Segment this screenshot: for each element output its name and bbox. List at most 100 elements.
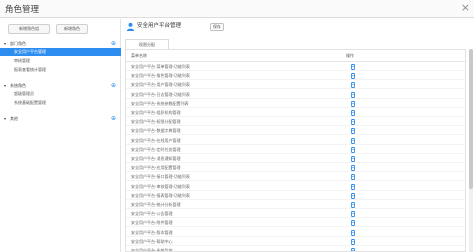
tree-group-system[interactable]: ▾ 系统角色 ⊕	[0, 81, 121, 90]
menu-name-cell: 安全用户平台-应用配置管理	[131, 165, 181, 171]
edit-icon[interactable]	[351, 202, 355, 208]
table-row: 安全用户平台-报表管理-功能列表	[126, 192, 465, 200]
table-row: 安全用户平台-权限分配管理	[126, 118, 465, 127]
edit-icon[interactable]	[351, 82, 355, 89]
menu-name-cell: 安全用户平台-公告管理	[131, 211, 173, 217]
table-header: 菜单名称 操作	[126, 50, 465, 62]
panel-header: 安全用户平台管理 保存	[121, 19, 474, 41]
menu-name-cell: 安全用户平台-日志管理-功能列表	[131, 91, 190, 97]
table-row: 安全用户平台-版本管理	[126, 229, 465, 237]
edit-icon[interactable]	[351, 165, 355, 172]
menu-name-cell: 安全用户平台-附件管理	[131, 220, 173, 226]
tree-item-label: 报表查看统计管理	[14, 67, 46, 72]
permission-panel: 安全用户平台管理 保存 权限分配 菜单名称 操作 安全用户平台-菜单管理-功能列…	[121, 19, 474, 252]
permission-table: 菜单名称 操作 安全用户平台-菜单管理-功能列表 安全用户平台-角色管理-功能列表…	[125, 49, 466, 252]
menu-name-cell: 安全用户平台-消息通知管理	[131, 156, 181, 161]
tab-permission[interactable]: 权限分配	[125, 39, 169, 49]
edit-icon[interactable]	[351, 174, 355, 181]
tree-group-department[interactable]: ▾ 部门角色 ⊕	[0, 39, 121, 48]
scrollbar-thumb[interactable]	[469, 49, 473, 189]
table-row: 安全用户平台-角色管理-功能列表	[126, 72, 465, 81]
table-row: 安全用户平台-数据字典管理	[126, 127, 465, 136]
caret-down-icon: ▾	[4, 41, 7, 46]
edit-icon[interactable]	[351, 64, 355, 70]
table-row: 安全用户平台-系统参数配置列表	[126, 100, 465, 108]
save-button[interactable]: 保存	[210, 23, 224, 31]
menu-name-cell: 安全用户平台-菜单管理-功能列表	[131, 64, 190, 69]
menu-name-cell: 安全用户平台-系统参数配置列表	[131, 100, 189, 106]
menu-name-cell: 安全用户平台-数据字典管理	[131, 128, 181, 134]
table-row: 安全用户平台-审核管理-功能列表	[126, 183, 465, 191]
add-role-button[interactable]: 新增角色	[56, 24, 88, 34]
add-role-group-button[interactable]: 新增角色组	[8, 24, 50, 34]
tree-item-label: 系统基础配置管理	[14, 100, 46, 105]
panel-title: 安全用户平台管理	[137, 23, 182, 29]
pin-icon[interactable]: ⊕	[111, 81, 116, 90]
menu-name-cell: 安全用户平台-统计分析管理	[131, 202, 181, 207]
edit-icon[interactable]	[351, 119, 355, 126]
table-row: 安全用户平台-公告管理	[126, 210, 465, 219]
menu-name-cell: 安全用户平台-帮助中心	[131, 238, 173, 244]
table-row: 安全用户平台-用户管理-功能列表	[126, 81, 465, 90]
tree-item-label: 超级管理员	[14, 91, 34, 96]
pin-icon[interactable]: ⊕	[111, 39, 116, 48]
tree-group-label: 部门角色	[10, 41, 26, 46]
tree-item-super-admin[interactable]: 超级管理员	[0, 90, 121, 98]
edit-icon[interactable]	[351, 248, 355, 252]
user-icon	[126, 22, 135, 31]
menu-name-cell: 安全用户平台-定时任务管理	[131, 146, 181, 152]
table-row: 安全用户平台-消息通知管理	[126, 155, 465, 163]
edit-icon[interactable]	[351, 183, 355, 190]
table-row: 安全用户平台-接口管理-功能列表	[126, 173, 465, 182]
tree-group-label: 其他	[10, 116, 18, 121]
edit-icon[interactable]	[351, 73, 355, 80]
table-row: 安全用户平台-系统监控	[126, 247, 465, 252]
edit-icon[interactable]	[351, 100, 355, 107]
tree-item-security-platform[interactable]: 安全用户平台管理	[0, 48, 121, 56]
menu-name-cell: 安全用户平台-组织机构管理	[131, 110, 181, 115]
sidebar-toolbar: 新增角色组 新增角色	[0, 19, 121, 41]
menu-name-cell: 安全用户平台-报表管理-功能列表	[131, 192, 190, 198]
tree-item-label: 审核管理	[14, 58, 30, 63]
table-row: 安全用户平台-组织机构管理	[126, 109, 465, 117]
edit-icon[interactable]	[351, 137, 355, 144]
menu-name-cell: 安全用户平台-接口管理-功能列表	[131, 174, 190, 180]
pin-icon[interactable]: ⊕	[111, 114, 116, 123]
table-row: 安全用户平台-应用配置管理	[126, 164, 465, 173]
tree-item-review[interactable]: 审核管理	[0, 57, 121, 65]
tree-item-system-config[interactable]: 系统基础配置管理	[0, 99, 121, 107]
column-header-name: 菜单名称	[131, 53, 147, 58]
table-row: 安全用户平台-统计分析管理	[126, 201, 465, 209]
role-sidebar: 新增角色组 新增角色 ▾ 部门角色 ⊕ 安全用户平台管理 审核管理 报表查看统计…	[0, 19, 121, 252]
table-row: 安全用户平台-附件管理	[126, 219, 465, 228]
tree-group-other[interactable]: ▾ 其他 ⊕	[0, 114, 121, 123]
tree-item-label: 安全用户平台管理	[14, 49, 46, 54]
table-scrollbar[interactable]	[469, 49, 473, 252]
menu-name-cell: 安全用户平台-角色管理-功能列表	[131, 73, 190, 79]
edit-icon[interactable]	[351, 238, 355, 245]
caret-down-icon: ▾	[4, 116, 7, 121]
column-header-op: 操作	[346, 53, 354, 58]
menu-name-cell: 安全用户平台-在线用户管理	[131, 137, 181, 143]
menu-name-cell: 安全用户平台-用户管理-功能列表	[131, 82, 190, 88]
edit-icon[interactable]	[351, 211, 355, 218]
table-row: 安全用户平台-帮助中心	[126, 238, 465, 246]
edit-icon[interactable]	[351, 110, 355, 116]
table-row: 安全用户平台-在线用户管理	[126, 137, 465, 145]
edit-icon[interactable]	[351, 229, 355, 236]
edit-icon[interactable]	[351, 91, 355, 98]
menu-name-cell: 安全用户平台-版本管理	[131, 229, 173, 235]
tree-item-report[interactable]: 报表查看统计管理	[0, 66, 121, 74]
edit-icon[interactable]	[351, 128, 355, 135]
edit-icon[interactable]	[351, 156, 355, 162]
edit-icon[interactable]	[351, 220, 355, 227]
tree-group-label: 系统角色	[10, 83, 26, 88]
close-icon[interactable]: ×	[461, 1, 470, 15]
window-title: 角色管理	[5, 5, 40, 15]
table-row: 安全用户平台-定时任务管理	[126, 146, 465, 154]
window-titlebar: 角色管理 ×	[0, 0, 474, 18]
edit-icon[interactable]	[351, 146, 355, 153]
menu-name-cell: 安全用户平台-权限分配管理	[131, 119, 181, 125]
edit-icon[interactable]	[351, 192, 355, 199]
table-row: 安全用户平台-菜单管理-功能列表	[126, 63, 465, 71]
